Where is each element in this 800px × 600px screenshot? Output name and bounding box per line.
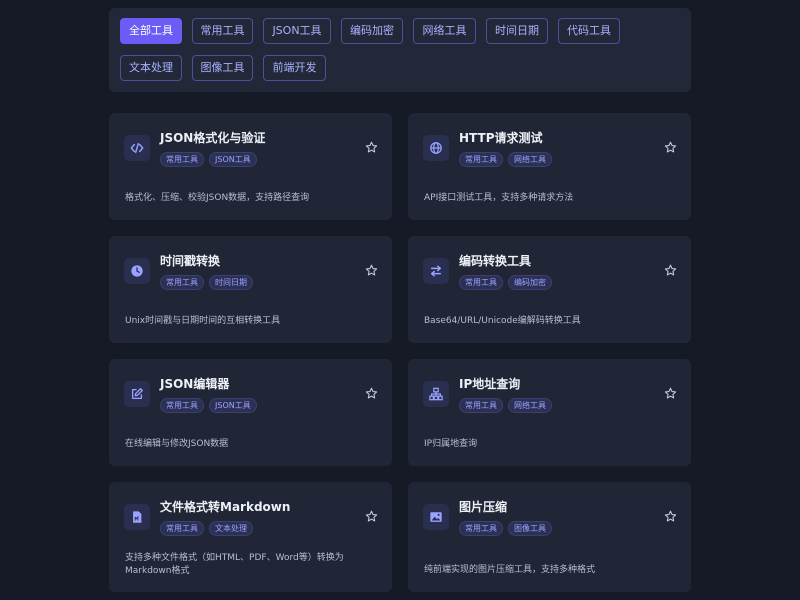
image-icon (423, 504, 449, 530)
tool-tags: 常用工具 时间日期 (160, 275, 253, 290)
star-icon[interactable] (365, 141, 378, 154)
tag: 网络工具 (508, 152, 552, 167)
tag: 常用工具 (459, 521, 503, 536)
tool-title: JSON格式化与验证 (160, 131, 266, 145)
tool-card-ip-lookup[interactable]: IP地址查询 常用工具 网络工具 IP归属地查询 (408, 359, 691, 466)
tool-description: IP归属地查询 (424, 439, 478, 449)
tool-title: HTTP请求测试 (459, 131, 543, 145)
star-icon[interactable] (664, 141, 677, 154)
tool-card-json-format[interactable]: JSON格式化与验证 常用工具 JSON工具 格式化、压缩、校验JSON数据，支… (109, 113, 392, 220)
star-icon[interactable] (664, 387, 677, 400)
tool-card-http-test[interactable]: HTTP请求测试 常用工具 网络工具 API接口测试工具，支持多种请求方法 (408, 113, 691, 220)
tag: 网络工具 (508, 398, 552, 413)
tool-card-image-compress[interactable]: 图片压缩 常用工具 图像工具 纯前端实现的图片压缩工具，支持多种格式 (408, 482, 691, 592)
tool-title: 编码转换工具 (459, 254, 532, 268)
tool-title: IP地址查询 (459, 377, 521, 391)
tool-tags: 常用工具 JSON工具 (160, 152, 257, 167)
tool-title: 时间戳转换 (160, 254, 221, 268)
tool-tags: 常用工具 图像工具 (459, 521, 552, 536)
tag: 常用工具 (160, 398, 204, 413)
tag: 编码加密 (508, 275, 552, 290)
tool-description: 纯前端实现的图片压缩工具，支持多种格式 (424, 565, 596, 575)
tool-description: API接口测试工具，支持多种请求方法 (424, 193, 574, 203)
clock-icon (124, 258, 150, 284)
tag: 文本处理 (209, 521, 253, 536)
tag: 常用工具 (160, 275, 204, 290)
filter-all[interactable]: 全部工具 (120, 18, 182, 44)
filter-encoding[interactable]: 编码加密 (341, 18, 403, 44)
tool-tags: 常用工具 网络工具 (459, 398, 552, 413)
tool-tags: 常用工具 文本处理 (160, 521, 253, 536)
tool-title: 图片压缩 (459, 500, 508, 514)
filter-text[interactable]: 文本处理 (120, 55, 182, 81)
tag: JSON工具 (209, 398, 257, 413)
tool-card-encoding[interactable]: 编码转换工具 常用工具 编码加密 Base64/URL/Unicode编解码转换… (408, 236, 691, 343)
tool-description: 在线编辑与修改JSON数据 (125, 439, 229, 449)
tool-tags: 常用工具 网络工具 (459, 152, 552, 167)
edit-icon (124, 381, 150, 407)
tool-description: Base64/URL/Unicode编解码转换工具 (424, 316, 581, 326)
globe-icon (423, 135, 449, 161)
filter-code[interactable]: 代码工具 (558, 18, 620, 44)
filter-image[interactable]: 图像工具 (192, 55, 253, 81)
tag: 常用工具 (459, 152, 503, 167)
tool-card-json-editor[interactable]: JSON编辑器 常用工具 JSON工具 在线编辑与修改JSON数据 (109, 359, 392, 466)
star-icon[interactable] (365, 510, 378, 523)
tool-title: 文件格式转Markdown (160, 500, 291, 514)
tag: 常用工具 (459, 275, 503, 290)
star-icon[interactable] (664, 264, 677, 277)
filter-datetime[interactable]: 时间日期 (486, 18, 548, 44)
swap-icon (423, 258, 449, 284)
filter-frontend[interactable]: 前端开发 (263, 55, 326, 81)
tag: 常用工具 (459, 398, 503, 413)
filter-common[interactable]: 常用工具 (192, 18, 253, 44)
filter-network[interactable]: 网络工具 (413, 18, 476, 44)
tag: 图像工具 (508, 521, 552, 536)
tag: 常用工具 (160, 152, 204, 167)
tag: 时间日期 (209, 275, 253, 290)
file-icon (124, 504, 150, 530)
tool-title: JSON编辑器 (160, 377, 230, 391)
tag: JSON工具 (209, 152, 257, 167)
tool-card-timestamp[interactable]: 时间戳转换 常用工具 时间日期 Unix时间戳与日期时间的互相转换工具 (109, 236, 392, 343)
tool-description: 支持多种文件格式（如HTML、PDF、Word等）转换为Markdown格式 (125, 553, 344, 576)
filter-json[interactable]: JSON工具 (263, 18, 331, 44)
tool-description: Unix时间戳与日期时间的互相转换工具 (125, 316, 281, 326)
star-icon[interactable] (365, 264, 378, 277)
tool-description: 格式化、压缩、校验JSON数据，支持路径查询 (125, 193, 310, 203)
code-icon (124, 135, 150, 161)
star-icon[interactable] (365, 387, 378, 400)
tag: 常用工具 (160, 521, 204, 536)
tool-card-file-to-markdown[interactable]: 文件格式转Markdown 常用工具 文本处理 支持多种文件格式（如HTML、P… (109, 482, 392, 592)
star-icon[interactable] (664, 510, 677, 523)
category-filter-panel: 全部工具 常用工具 JSON工具 编码加密 网络工具 时间日期 代码工具 文本处… (109, 8, 691, 92)
network-icon (423, 381, 449, 407)
tool-tags: 常用工具 JSON工具 (160, 398, 257, 413)
tool-tags: 常用工具 编码加密 (459, 275, 552, 290)
